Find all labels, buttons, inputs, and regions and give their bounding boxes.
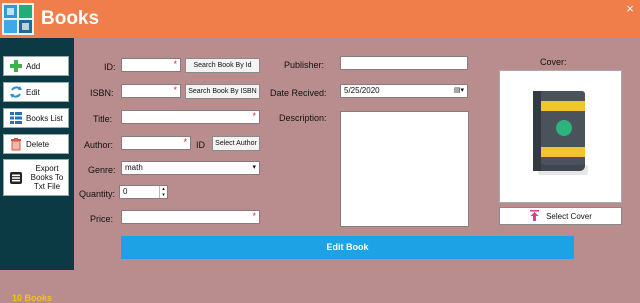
books-count: 10 Books <box>12 293 53 303</box>
isbn-input[interactable]: * <box>121 84 181 98</box>
search-by-isbn-button[interactable]: Search Book By ISBN <box>185 84 260 99</box>
app-logo-icon <box>2 3 34 35</box>
export-icon <box>9 171 23 185</box>
title-bar: Books × <box>0 0 640 38</box>
publisher-label: Publisher: <box>284 60 325 70</box>
search-by-id-button[interactable]: Search Book By Id <box>185 58 260 73</box>
sidebar-item-books-list[interactable]: Books List <box>3 108 69 128</box>
author-id-label: ID <box>196 140 205 150</box>
price-input[interactable]: * <box>121 210 260 224</box>
trash-icon <box>9 137 23 151</box>
author-input[interactable]: * <box>121 136 191 150</box>
sidebar-item-label: Books List <box>26 113 63 123</box>
sidebar-item-export[interactable]: Export Books To Txt File <box>3 159 69 196</box>
date-received-picker[interactable]: 5/25/2020 ▤▾ <box>340 84 468 98</box>
quantity-stepper[interactable]: 0 ▴ ▾ <box>119 185 168 199</box>
sidebar-item-edit[interactable]: Edit <box>3 82 69 102</box>
edit-book-button[interactable]: Edit Book <box>121 236 574 259</box>
upload-icon <box>529 209 540 223</box>
publisher-input[interactable] <box>340 56 468 70</box>
select-cover-label: Select Cover <box>546 211 592 221</box>
required-mark: * <box>173 59 177 69</box>
quantity-label: Quantity: <box>79 189 116 199</box>
description-label: Description: <box>279 113 327 123</box>
required-mark: * <box>252 211 256 221</box>
date-received-label: Date Recived: <box>270 88 327 98</box>
sidebar: Add Edit Books List Delete Export Books … <box>0 38 74 303</box>
required-mark: * <box>183 137 187 147</box>
description-textarea[interactable] <box>340 111 469 227</box>
required-mark: * <box>173 85 177 95</box>
book-icon <box>533 91 588 175</box>
sidebar-item-delete[interactable]: Delete <box>3 134 69 154</box>
sidebar-item-label: Add <box>26 61 41 71</box>
sidebar-item-label: Export Books To Txt File <box>30 164 64 191</box>
genre-select[interactable]: math ▾ <box>121 161 260 175</box>
isbn-label: ISBN: <box>90 88 114 98</box>
close-icon[interactable]: × <box>622 2 638 16</box>
cover-image <box>499 70 622 203</box>
sidebar-item-add[interactable]: Add <box>3 56 69 76</box>
calendar-icon[interactable]: ▤▾ <box>454 85 464 97</box>
author-label: Author: <box>84 140 114 150</box>
title-label: Title: <box>93 114 113 124</box>
required-mark: * <box>252 111 256 121</box>
select-cover-button[interactable]: Select Cover <box>499 207 622 225</box>
stepper-arrows-icon[interactable]: ▴ ▾ <box>159 186 167 198</box>
sidebar-item-label: Delete <box>26 139 50 149</box>
select-author-button[interactable]: Select Author <box>212 136 260 151</box>
plus-icon <box>9 59 23 73</box>
edit-icon <box>9 85 23 99</box>
list-icon <box>9 111 23 125</box>
title-input[interactable]: * <box>121 110 260 124</box>
price-label: Price: <box>90 214 114 224</box>
cover-label: Cover: <box>540 57 567 67</box>
window-title: Books <box>41 8 100 29</box>
id-label: ID: <box>104 62 116 72</box>
chevron-down-icon: ▾ <box>252 164 256 171</box>
sidebar-item-label: Edit <box>26 87 40 97</box>
id-input[interactable]: * <box>121 58 181 72</box>
genre-label: Genre: <box>88 165 116 175</box>
